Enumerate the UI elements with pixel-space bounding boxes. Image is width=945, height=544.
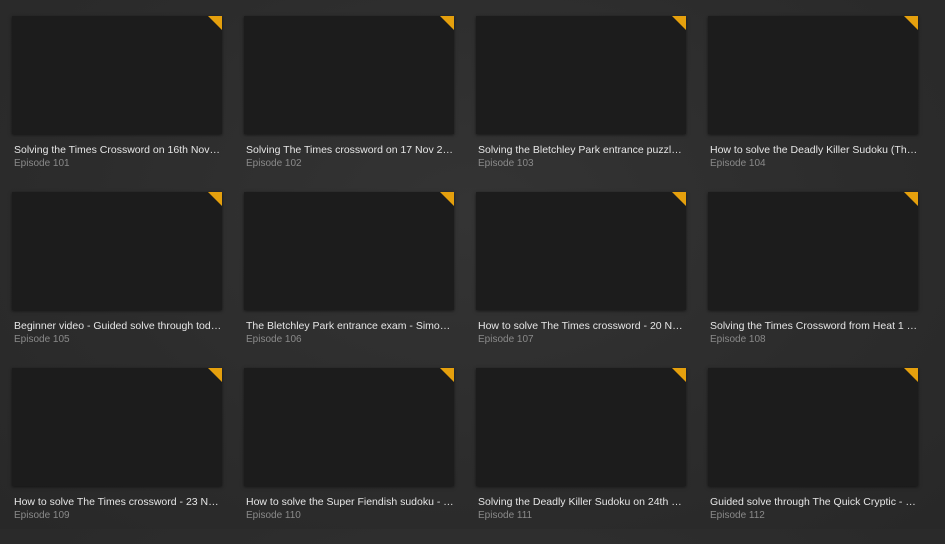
episode-number: Episode 106 [246,334,302,345]
episode-card[interactable]: Solving The Times crossword on 17 Nov 20… [244,16,454,192]
episode-title[interactable]: How to solve The Times crossword - 23 No… [12,495,222,509]
episode-card[interactable]: Guided solve through The Quick Cryptic -… [708,368,918,544]
episode-card[interactable]: Solving the Times Crossword from Heat 1 … [708,192,918,368]
episode-number: Episode 107 [478,334,534,345]
episode-thumbnail[interactable] [476,16,686,134]
episode-thumbnail[interactable] [12,368,222,486]
unwatched-badge-icon [672,192,686,206]
unwatched-badge-icon [904,368,918,382]
episode-card[interactable]: The Bletchley Park entrance exam - Simon… [244,192,454,368]
episode-thumbnail[interactable] [244,368,454,486]
episode-title[interactable]: Solving the Deadly Killer Sudoku on 24th… [476,495,686,509]
episode-title[interactable]: Solving the Times Crossword on 16th Nove… [12,143,222,157]
episode-thumbnail[interactable] [708,192,918,310]
episode-card[interactable]: How to solve the Super Fiendish sudoku -… [244,368,454,544]
episode-title[interactable]: How to solve The Times crossword - 20 No… [476,319,686,333]
episode-number: Episode 110 [246,510,301,521]
episode-number: Episode 105 [14,334,70,345]
episode-card[interactable]: Beginner video - Guided solve through to… [12,192,222,368]
episode-card[interactable]: How to solve the Deadly Killer Sudoku (T… [708,16,918,192]
episode-thumbnail[interactable] [476,192,686,310]
episode-title[interactable]: Solving the Times Crossword from Heat 1 … [708,319,918,333]
episode-thumbnail[interactable] [708,368,918,486]
episode-number: Episode 111 [478,510,533,521]
episode-card[interactable]: Solving the Deadly Killer Sudoku on 24th… [476,368,686,544]
episode-title[interactable]: How to solve the Super Fiendish sudoku -… [244,495,454,509]
episode-thumbnail[interactable] [12,16,222,134]
episode-card[interactable]: Solving the Bletchley Park entrance puzz… [476,16,686,192]
episode-number: Episode 108 [710,334,766,345]
unwatched-badge-icon [904,192,918,206]
episode-title[interactable]: Guided solve through The Quick Cryptic -… [708,495,918,509]
episode-title[interactable]: Beginner video - Guided solve through to… [12,319,222,333]
episode-thumbnail[interactable] [244,16,454,134]
episode-number: Episode 101 [14,158,70,169]
unwatched-badge-icon [208,192,222,206]
unwatched-badge-icon [672,16,686,30]
episode-thumbnail[interactable] [476,368,686,486]
episode-title[interactable]: Solving The Times crossword on 17 Nov 20… [244,143,454,157]
unwatched-badge-icon [208,368,222,382]
unwatched-badge-icon [904,16,918,30]
episode-number: Episode 112 [710,510,765,521]
episode-thumbnail[interactable] [708,16,918,134]
unwatched-badge-icon [440,192,454,206]
episode-grid: Solving the Times Crossword on 16th Nove… [12,16,918,544]
episode-card[interactable]: Solving the Times Crossword on 16th Nove… [12,16,222,192]
unwatched-badge-icon [672,368,686,382]
episode-number: Episode 102 [246,158,302,169]
episode-thumbnail[interactable] [244,192,454,310]
unwatched-badge-icon [440,16,454,30]
episode-number: Episode 104 [710,158,766,169]
episode-number: Episode 109 [14,510,70,521]
episode-card[interactable]: How to solve The Times crossword - 20 No… [476,192,686,368]
episode-card[interactable]: How to solve The Times crossword - 23 No… [12,368,222,544]
episode-title[interactable]: The Bletchley Park entrance exam - Simon… [244,319,454,333]
episode-thumbnail[interactable] [12,192,222,310]
episode-title[interactable]: How to solve the Deadly Killer Sudoku (T… [708,143,918,157]
episode-title[interactable]: Solving the Bletchley Park entrance puzz… [476,143,686,157]
episode-number: Episode 103 [478,158,534,169]
unwatched-badge-icon [208,16,222,30]
unwatched-badge-icon [440,368,454,382]
